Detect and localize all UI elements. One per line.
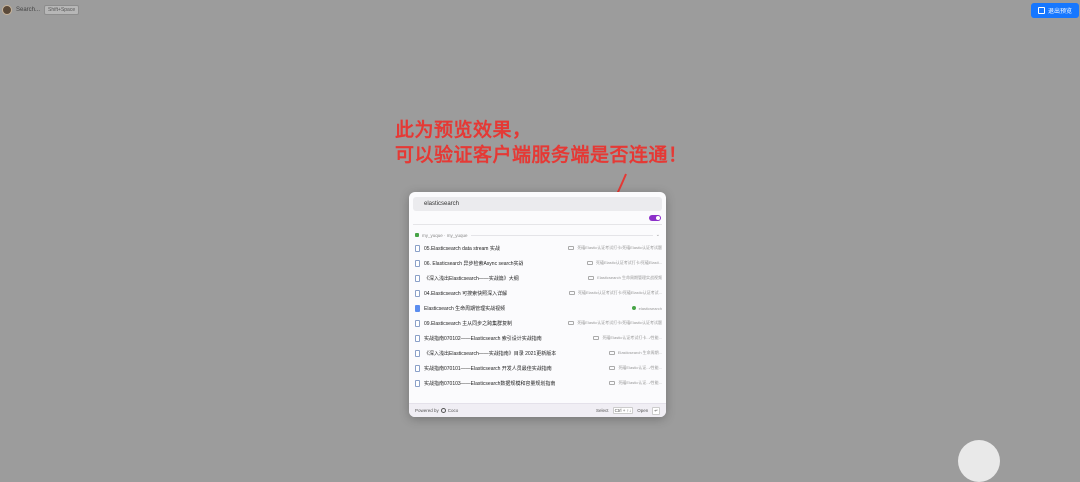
result-title: Elasticsearch 生命周期管理实战视频 (424, 305, 506, 312)
source-header: my_yuque · my_yuque ⌄ (415, 231, 660, 239)
source-divider (470, 234, 653, 236)
result-title: 05.Elasticsearch data stream 实战 (424, 245, 500, 252)
panel-footer: Powered by Coco Select Ctrl + ↑↓ Open ↵ (409, 403, 666, 417)
result-title: 实战指南070102——Elasticsearch 索引设计实战指南 (424, 335, 542, 342)
result-item[interactable]: 09.Elasticsearch 主从同步之跨集群复制 死磕Elastic认证考试… (413, 316, 662, 330)
floating-action-button[interactable] (958, 440, 1000, 482)
brand-name: Coco (447, 408, 459, 413)
result-item[interactable]: 04.Elasticsearch 可搜索快照深入详解 死磕Elastic认证考试打… (413, 286, 662, 300)
result-title: 《深入浅出Elasticsearch——实战指南》目录 2021更新版本 (424, 350, 557, 357)
result-path-text: 死磕Elastic认证.../性能... (618, 380, 662, 385)
result-path: 死磕Elastic认证考试打卡/死磕Elastic认证考试... (568, 290, 662, 296)
result-path: Elasticsearch 生命周期管理实战视频 (588, 275, 662, 281)
coco-logo-icon (440, 408, 446, 413)
result-title: 06. Elasticsearch 异步检索Async search实战 (424, 260, 524, 267)
folder-icon (593, 336, 600, 340)
folder-icon (608, 351, 615, 355)
select-label: Select (596, 408, 609, 413)
result-title: 实战指南070101——Elasticsearch 开发人员最佳实战指南 (424, 365, 552, 372)
open-key: ↵ (652, 406, 660, 415)
result-item[interactable]: 《深入浅出Elasticsearch——实战指南》目录 2021更新版本 Elas… (413, 346, 662, 360)
document-icon (415, 244, 420, 252)
folder-icon (568, 246, 575, 250)
result-title: 《深入浅出Elasticsearch——实战篇》大纲 (424, 275, 519, 282)
document-icon (415, 259, 420, 267)
result-item[interactable]: 实战指南070101——Elasticsearch 开发人员最佳实战指南 死磕El… (413, 361, 662, 375)
select-keys: Ctrl + ↑↓ (612, 407, 634, 414)
search-panel: elasticsearch my_yuque · my_yuque ⌄ 05.E… (409, 192, 666, 417)
document-icon (415, 364, 420, 372)
result-item[interactable]: Elasticsearch 生命周期管理实战视频 elasticsearch (413, 301, 662, 315)
result-item[interactable]: 06. Elasticsearch 异步检索Async search实战 死磕El… (413, 256, 662, 270)
folder-icon (568, 321, 575, 325)
result-path: elasticsearch (631, 305, 662, 311)
result-title: 09.Elasticsearch 主从同步之跨集群复制 (424, 320, 513, 327)
result-item[interactable]: 实战指南070103——Elasticsearch数据规模和容量规划指南 死磕El… (413, 376, 662, 390)
document-icon (415, 289, 420, 297)
result-path: 死磕Elastic认证考试打卡/死磕Elastic认证考试题 (568, 320, 662, 326)
result-item[interactable]: 05.Elasticsearch data stream 实战 死磕Elastic… (413, 241, 662, 255)
source-check-icon (631, 306, 636, 310)
source-label: my_yuque · my_yuque (422, 232, 468, 238)
document-icon (415, 349, 420, 357)
folder-icon (586, 261, 593, 265)
result-path: 死磕Elastic认证考试打卡.../性能... (593, 335, 662, 341)
result-path-text: 死磕Elastic认证考试打卡/死磕Elastic认证考试题 (577, 245, 662, 250)
result-item[interactable]: 实战指南070102——Elasticsearch 索引设计实战指南 死磕Elas… (413, 331, 662, 345)
result-path-text: 死磕Elastic认证.../性能... (618, 365, 662, 370)
result-title: 04.Elasticsearch 可搜索快照深入详解 (424, 290, 508, 297)
result-path-text: elasticsearch (638, 305, 662, 311)
source-check-icon (415, 233, 419, 237)
result-path: 死磕Elastic认证.../性能... (609, 365, 662, 371)
powered-by-label: Powered by (415, 408, 439, 413)
folder-icon (609, 381, 616, 385)
result-path-text: 死磕Elastic认证考试打卡/死磕Elastic认证考试题 (577, 320, 662, 325)
mode-toggle[interactable] (649, 215, 661, 221)
result-path-text: 死磕Elastic认证考试打卡/死磕Elastic认证考试... (577, 290, 662, 295)
result-title: 实战指南070103——Elasticsearch数据规模和容量规划指南 (424, 380, 556, 387)
result-path: 死磕Elastic认证.../性能... (609, 380, 662, 386)
search-input[interactable]: elasticsearch (413, 197, 662, 211)
document-icon (415, 319, 420, 327)
folder-icon (568, 291, 575, 295)
document-icon (415, 304, 420, 312)
folder-icon (609, 366, 616, 370)
result-path-text: 死磕Elastic认证考试打卡/死磕Elasti... (595, 260, 662, 265)
document-icon (415, 379, 420, 387)
footer-shortcuts: Select Ctrl + ↑↓ Open ↵ (596, 406, 660, 415)
result-path-text: Elasticsearch 生命周期管理实战视频 (597, 275, 662, 280)
document-icon (415, 334, 420, 342)
document-icon (415, 274, 420, 282)
source-expand-icon[interactable]: ⌄ (656, 232, 660, 238)
result-path: 死磕Elastic认证考试打卡/死磕Elasti... (586, 260, 662, 266)
result-path: 死磕Elastic认证考试打卡/死磕Elastic认证考试题 (568, 245, 662, 251)
folder-icon (588, 276, 595, 280)
result-path-text: 死磕Elastic认证考试打卡.../性能... (602, 335, 662, 340)
result-path: Elasticsearch 生命周期... (608, 350, 662, 356)
result-item[interactable]: 《深入浅出Elasticsearch——实战篇》大纲 Elasticsearch … (413, 271, 662, 285)
result-path-text: Elasticsearch 生命周期... (617, 350, 662, 355)
divider (413, 224, 662, 225)
open-label: Open (637, 408, 649, 413)
